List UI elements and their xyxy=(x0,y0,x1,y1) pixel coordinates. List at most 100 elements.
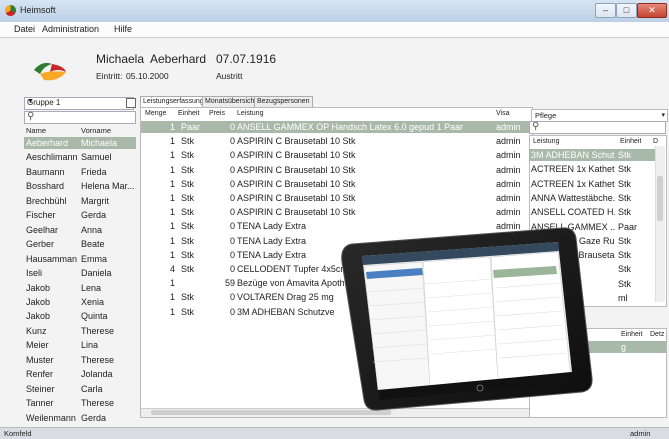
column-header-einheit[interactable]: Einheit xyxy=(621,331,642,338)
column-header-einheit[interactable]: Einheit xyxy=(620,138,641,145)
service-table-header: Menge Einheit Preis Leistung Visa xyxy=(141,110,531,120)
cell-einheit: Stk xyxy=(181,264,195,274)
cell-menge: 1 xyxy=(169,122,175,132)
resident-first-name: Therese xyxy=(81,398,115,409)
cell-einheit: Stk xyxy=(618,178,632,189)
resident-search-input[interactable]: ⚲ xyxy=(24,111,136,124)
table-row[interactable]: ACTREEN 1x Kathet... Stk xyxy=(529,178,665,190)
cell-visa: admin xyxy=(496,122,521,132)
table-row[interactable]: 1 Stk 0 ASPIRIN C Brausetabl 10 Stk admin xyxy=(141,149,531,161)
maximize-button[interactable]: □ xyxy=(616,3,637,18)
list-item[interactable]: Weilenmann Gerda xyxy=(24,412,136,424)
list-item[interactable]: Tanner Therese xyxy=(24,397,136,409)
cell-menge: 1 xyxy=(169,306,175,317)
column-header-d[interactable]: D xyxy=(653,138,658,145)
list-item[interactable]: Aeberhard Michaela xyxy=(24,137,136,149)
table-row[interactable]: 1 Stk 0 ASPIRIN C Brausetabl 10 Stk admin xyxy=(141,206,531,218)
resident-last-name: Hausamman xyxy=(26,253,78,264)
table-row[interactable]: 1 Stk 0 ASPIRIN C Brausetabl 10 Stk admin xyxy=(141,135,531,147)
resident-last-name: Iseli xyxy=(26,268,43,279)
cell-preis: 0 xyxy=(229,264,235,274)
list-item[interactable]: Steiner Carla xyxy=(24,383,136,395)
cell-menge: 4 xyxy=(169,264,175,274)
column-header-einheit[interactable]: Einheit xyxy=(178,110,199,117)
menu-hilfe[interactable]: Hilfe xyxy=(114,24,132,34)
column-header-leistung[interactable]: Leistung xyxy=(533,138,559,145)
cell-einheit: Paar xyxy=(181,122,201,132)
table-row[interactable]: ANNA Wattestäbche... Stk xyxy=(529,192,665,204)
list-item[interactable]: Muster Therese xyxy=(24,354,136,366)
resident-last-name: Muster xyxy=(26,354,54,365)
entry-label: Eintritt: xyxy=(96,71,123,81)
close-button[interactable]: ✕ xyxy=(637,3,667,18)
cell-leistung: 3M ADHEBAN Schut... xyxy=(531,150,615,160)
column-header-menge[interactable]: Menge xyxy=(145,110,166,117)
resident-first-name: Gerda xyxy=(81,210,107,221)
cell-leistung: ASPIRIN C Brausetabl 10 Stk xyxy=(237,207,356,218)
list-item[interactable]: Bosshard Helena Mar... xyxy=(24,180,136,192)
tab-monatsuebersicht[interactable]: Monatsübersicht xyxy=(202,96,260,107)
table-row[interactable]: 1 Stk 0 ASPIRIN C Brausetabl 10 Stk admin xyxy=(141,178,531,190)
list-item[interactable]: Iseli Daniela xyxy=(24,267,136,279)
cell-preis: 0 xyxy=(229,306,235,317)
list-item[interactable]: Brechbühl Margrit xyxy=(24,195,136,207)
column-header-name[interactable]: Name xyxy=(26,126,46,135)
table-row[interactable]: ANSELL COATED H... Stk xyxy=(529,206,665,218)
table-row[interactable]: 3M ADHEBAN Schut... Stk xyxy=(529,149,665,161)
entry-date: 05.10.2000 xyxy=(126,71,169,81)
list-item[interactable]: Renfer Jolanda xyxy=(24,368,136,380)
tab-bezugspersonen[interactable]: Bezugspersonen xyxy=(254,96,313,107)
status-bar: Komfeld admin xyxy=(0,427,669,439)
cell-einheit: Stk xyxy=(618,250,632,261)
column-header-first-name[interactable]: Vorname xyxy=(81,126,111,135)
cell-einheit: Stk xyxy=(618,235,632,246)
scrollbar-thumb[interactable] xyxy=(657,176,663,221)
vertical-scrollbar[interactable] xyxy=(655,146,665,302)
column-header-visa[interactable]: Visa xyxy=(496,110,510,117)
list-item[interactable]: Jakob Lena xyxy=(24,282,136,294)
column-header-detail[interactable]: Detz xyxy=(650,331,664,338)
resident-last-name: Weilenmann xyxy=(26,412,76,423)
list-item[interactable]: Jakob Xenia xyxy=(24,296,136,308)
group-select[interactable]: Gruppe 1 ▼ xyxy=(24,97,134,110)
minimize-button[interactable]: – xyxy=(595,3,616,18)
cell-preis: 0 xyxy=(229,249,235,260)
cell-einheit: Stk xyxy=(618,278,632,289)
cell-visa: admin xyxy=(496,136,521,147)
search-icon: ⚲ xyxy=(532,121,540,132)
cell-leistung: ASPIRIN C Brausetabl 10 Stk xyxy=(237,164,356,175)
menu-administration[interactable]: Administration xyxy=(42,24,99,34)
list-item[interactable]: Jakob Quinta xyxy=(24,310,136,322)
resident-first-name: Helena Mar... xyxy=(81,181,135,192)
list-item[interactable]: Geelhar Anna xyxy=(24,224,136,236)
resident-last-name: Aeschlimann xyxy=(26,152,78,163)
patient-birth-date: 07.07.1916 xyxy=(216,52,277,66)
cell-menge: 1 xyxy=(169,150,175,161)
cell-preis: 0 xyxy=(229,221,235,232)
column-header-preis[interactable]: Preis xyxy=(209,110,225,117)
table-row[interactable]: ACTREEN 1x Kathet... Stk xyxy=(529,163,665,175)
column-header-leistung[interactable]: Leistung xyxy=(237,110,263,117)
resident-last-name: Jakob xyxy=(26,282,51,293)
resident-first-name: Therese xyxy=(81,354,115,365)
cell-menge: 1 xyxy=(169,193,175,203)
resident-last-name: Geelhar xyxy=(26,224,59,235)
table-row[interactable]: 1 Paar 0 ANSELL GAMMEX OP Handsch Latex 6.0… xyxy=(141,121,531,133)
status-user: admin xyxy=(630,429,651,438)
cell-menge: 1 xyxy=(169,278,175,289)
table-row[interactable]: 1 Stk 0 ASPIRIN C Brausetabl 10 Stk admin xyxy=(141,164,531,176)
list-item[interactable]: Gerber Beate xyxy=(24,238,136,250)
cell-menge: 1 xyxy=(169,221,175,232)
list-item[interactable]: Meier Lina xyxy=(24,339,136,351)
cell-leistung: ASPIRIN C Brausetabl 10 Stk xyxy=(237,193,356,203)
list-item[interactable]: Aeschlimann Samuel xyxy=(24,151,136,163)
list-item[interactable]: Fischer Gerda xyxy=(24,209,136,221)
group-checkbox[interactable] xyxy=(126,98,136,108)
cell-einheit: Stk xyxy=(618,207,632,218)
list-item[interactable]: Hausamman Emma xyxy=(24,253,136,265)
table-row[interactable]: 1 Stk 0 ASPIRIN C Brausetabl 10 Stk admin xyxy=(141,192,531,204)
menu-datei[interactable]: Datei xyxy=(14,24,35,34)
list-item[interactable]: Baumann Frieda xyxy=(24,166,136,178)
product-search-input[interactable]: ⚲ xyxy=(529,121,666,134)
list-item[interactable]: Kunz Therese xyxy=(24,325,136,337)
